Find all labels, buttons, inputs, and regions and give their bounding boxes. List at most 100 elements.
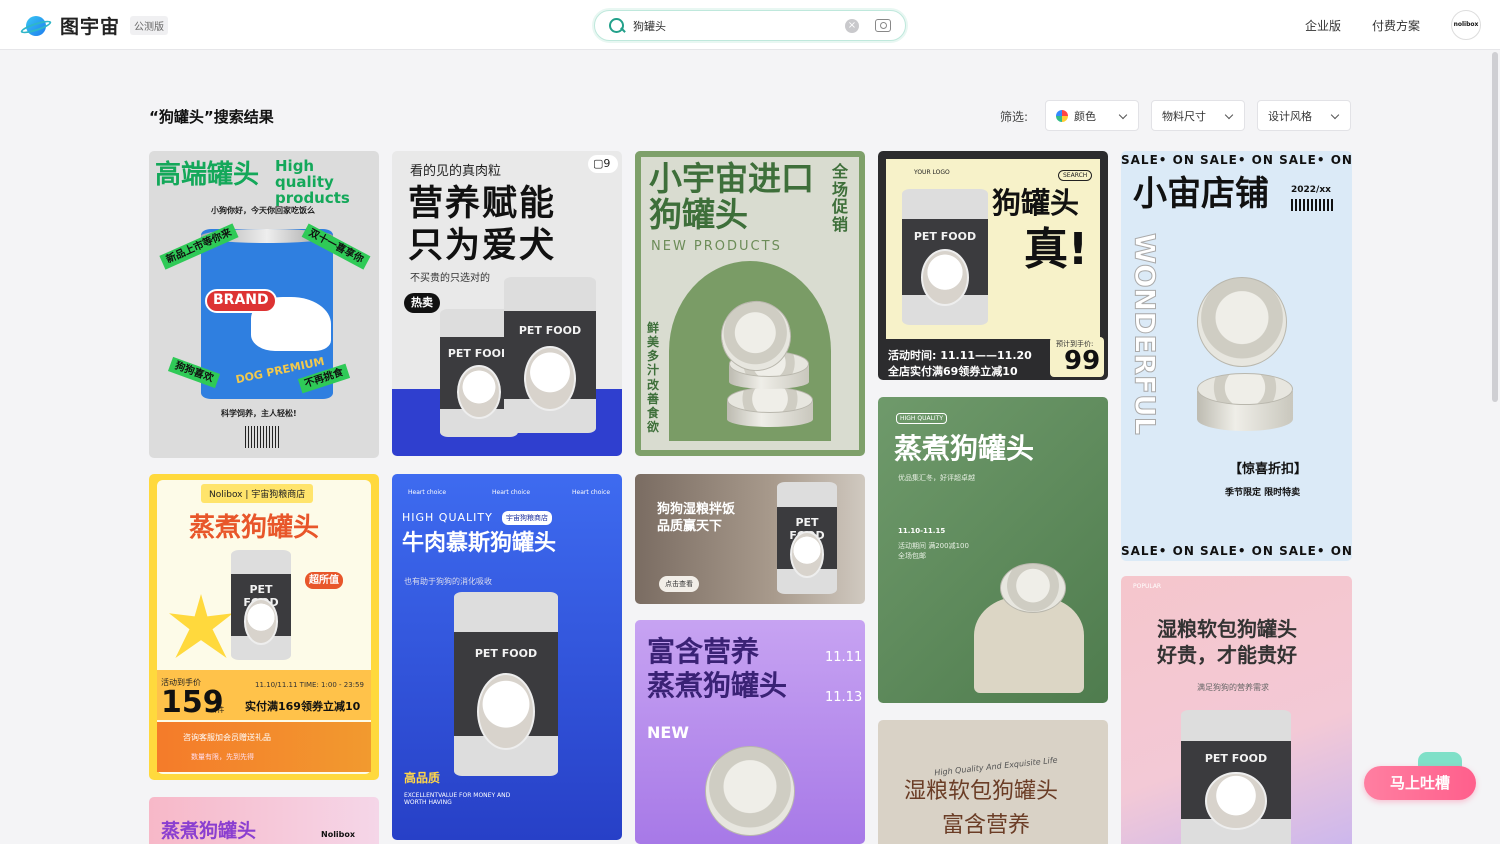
can-image: PET FOOD: [777, 482, 837, 594]
search-bar: ×: [594, 10, 906, 41]
card-title: 品质赢天下: [657, 519, 723, 534]
view-button[interactable]: 点击查看: [659, 576, 699, 592]
card-title: 蒸煮狗罐头: [894, 432, 1035, 465]
results-title: “狗罐头”搜索结果: [149, 108, 274, 126]
result-card[interactable]: Heart choice Heart choice Heart choice H…: [392, 474, 622, 840]
date-text: 2022/xx: [1291, 185, 1331, 195]
chevron-down-icon: [1330, 110, 1340, 120]
card-text: 满足狗狗的营养需求: [1197, 683, 1269, 692]
result-card[interactable]: High Quality And Exquisite Life 湿粮软包狗罐头 …: [878, 720, 1108, 844]
card-text: EXCELLENTVALUE FOR MONEY AND WORTH HAVIN…: [404, 792, 511, 806]
date-text: 11.11: [825, 650, 863, 665]
side-text: WONDERFUL: [1128, 233, 1162, 436]
card-title: 高端罐头: [155, 160, 260, 190]
result-card[interactable]: 狗狗湿粮拌饭 品质赢天下 点击查看 PET FOOD: [635, 474, 865, 604]
can-lid-image: [1197, 277, 1287, 367]
color-wheel-icon: [1056, 109, 1068, 122]
date-text: 11.13: [825, 690, 863, 705]
result-card[interactable]: Nolibox | 宇宙狗粮商店 蒸煮狗罐头 PET FOOD 超所值 活动到手…: [149, 474, 379, 780]
price: 99: [1064, 346, 1101, 376]
avatar[interactable]: nolibox: [1451, 10, 1481, 40]
result-card[interactable]: YOUR LOGO SEARCH PET FOOD 狗罐头 真! 活动时间: 1…: [878, 151, 1108, 380]
card-title: 真!: [1024, 224, 1089, 275]
beta-badge: 公测版: [130, 16, 169, 35]
card-title: 狗狗湿粮拌饭: [657, 502, 736, 517]
card-title: 富含营养: [942, 813, 1031, 838]
style-filter-label: 设计风格: [1268, 109, 1312, 123]
card-title: 蒸煮狗罐头: [161, 820, 257, 842]
result-card[interactable]: 富含营养 蒸煮狗罐头 11.11 11.13 NEW: [635, 620, 865, 844]
event-deal: 全店实付满69领券立减10: [888, 365, 1018, 378]
barcode-icon: [245, 426, 281, 448]
card-title: 狗罐头: [649, 195, 748, 234]
deal-badge: 超所值: [305, 572, 343, 590]
can-image: PET FOOD: [231, 550, 291, 660]
planet-logo-icon: [19, 14, 53, 38]
clear-icon[interactable]: ×: [845, 19, 859, 33]
top-text: Heart choice: [492, 489, 531, 496]
nav-enterprise[interactable]: 企业版: [1305, 17, 1341, 34]
color-filter-label: 颜色: [1074, 109, 1096, 123]
quality-tag: HIGH QUALITY: [896, 413, 948, 424]
card-text: 季节限定 限时特卖: [1225, 488, 1301, 498]
top-text: Heart choice: [408, 489, 447, 496]
search-icon[interactable]: [609, 17, 625, 34]
card-title: 蒸煮狗罐头: [647, 669, 788, 702]
card-title: 富含营养: [647, 635, 760, 668]
card-title: 只为爱犬: [408, 226, 557, 266]
result-card[interactable]: 看的见的真肉粒 营养赋能 只为爱犬 不买贵的只选对的 热卖 ▢9 PET FOO…: [392, 151, 622, 456]
can-image: PET FOOD: [504, 277, 596, 433]
result-card[interactable]: 高端罐头 High quality products 小狗你好，今天你回家吃饭么…: [149, 151, 379, 458]
brand-label: Nolibox: [321, 830, 356, 839]
result-card[interactable]: POPULAR 湿粮软包狗罐头 好贵，才能贵好 满足狗狗的营养需求 PET FO…: [1121, 576, 1352, 844]
top-header: 图宇宙 公测版 × 企业版 付费方案 nolibox: [0, 0, 1500, 50]
can-lid-image: [705, 746, 795, 836]
side-text: 鲜美多汁改善食欲: [647, 321, 660, 435]
app-logo[interactable]: 图宇宙 公测版: [19, 12, 169, 39]
nav-pricing[interactable]: 付费方案: [1372, 17, 1420, 34]
card-text: 科学饲养，主人轻松!: [221, 409, 297, 418]
result-card[interactable]: 蒸煮狗罐头 Nolibox: [149, 797, 379, 844]
result-card[interactable]: 小宇宙进口 狗罐头 NEW PRODUCTS 全场促销 鲜美多汁改善食欲: [635, 151, 865, 456]
size-filter-dropdown[interactable]: 物料尺寸: [1151, 100, 1245, 131]
card-title: 营养赋能: [408, 184, 557, 224]
card-title: 小宙店铺: [1133, 174, 1269, 214]
card-text: 小狗你好，今天你回家吃饭么: [211, 206, 315, 215]
card-subtitle: 看的见的真肉粒: [410, 164, 502, 179]
camera-icon[interactable]: [875, 19, 891, 32]
marquee-text: SALE• ON SALE• ON SALE• ON SA: [1121, 544, 1352, 558]
feedback-button[interactable]: 马上吐槽: [1364, 766, 1476, 800]
page-count-badge: ▢9: [588, 155, 618, 173]
app-name: 图宇宙: [60, 16, 121, 38]
card-title: 蒸煮狗罐头: [189, 513, 320, 543]
card-text: 不买贵的只选对的: [410, 273, 490, 284]
color-filter-dropdown[interactable]: 颜色: [1045, 100, 1139, 131]
new-tag: NEW: [647, 723, 689, 742]
top-text: Heart choice: [572, 489, 611, 496]
event-time: 活动时间: 11.11——11.20: [888, 349, 1032, 362]
card-subtitle: NEW PRODUCTS: [651, 239, 782, 254]
can-image: PET FOOD: [1181, 710, 1291, 844]
hot-badge: 热卖: [404, 293, 440, 314]
can-lid-image: [1000, 563, 1066, 613]
chevron-down-icon: [1224, 110, 1234, 120]
brand-label: BRAND: [205, 289, 277, 313]
can-image: PET FOOD: [902, 189, 988, 325]
marquee-text: SALE• ON SALE• ON SALE• ON SA: [1121, 153, 1352, 167]
script-text: High Quality And Exquisite Life: [933, 755, 1058, 778]
note-text: 数量有限，先到先得: [191, 753, 254, 761]
scrollbar[interactable]: [1492, 52, 1498, 402]
shop-badge: 宇宙狗粮商店: [502, 511, 552, 525]
card-title: 湿粮软包狗罐头: [1157, 617, 1297, 641]
card-title: 牛肉慕斯狗罐头: [402, 531, 557, 556]
card-text: 活动期间 满200减100 全场包邮: [898, 542, 969, 560]
card-title: 小宇宙进口: [649, 159, 814, 198]
logo-text: YOUR LOGO: [914, 169, 950, 176]
card-title: 好贵，才能贵好: [1157, 643, 1297, 667]
search-input[interactable]: [633, 19, 833, 32]
result-card[interactable]: HIGH QUALITY 蒸煮狗罐头 优品集汇冬，好评超卓越 11.10-11.…: [878, 397, 1108, 703]
style-filter-dropdown[interactable]: 设计风格: [1257, 100, 1351, 131]
result-card[interactable]: SALE• ON SALE• ON SALE• ON SA 小宙店铺 2022/…: [1121, 151, 1352, 561]
deal-text: 实付满169领券立减10: [245, 700, 361, 713]
card-title: 狗罐头: [992, 186, 1080, 220]
